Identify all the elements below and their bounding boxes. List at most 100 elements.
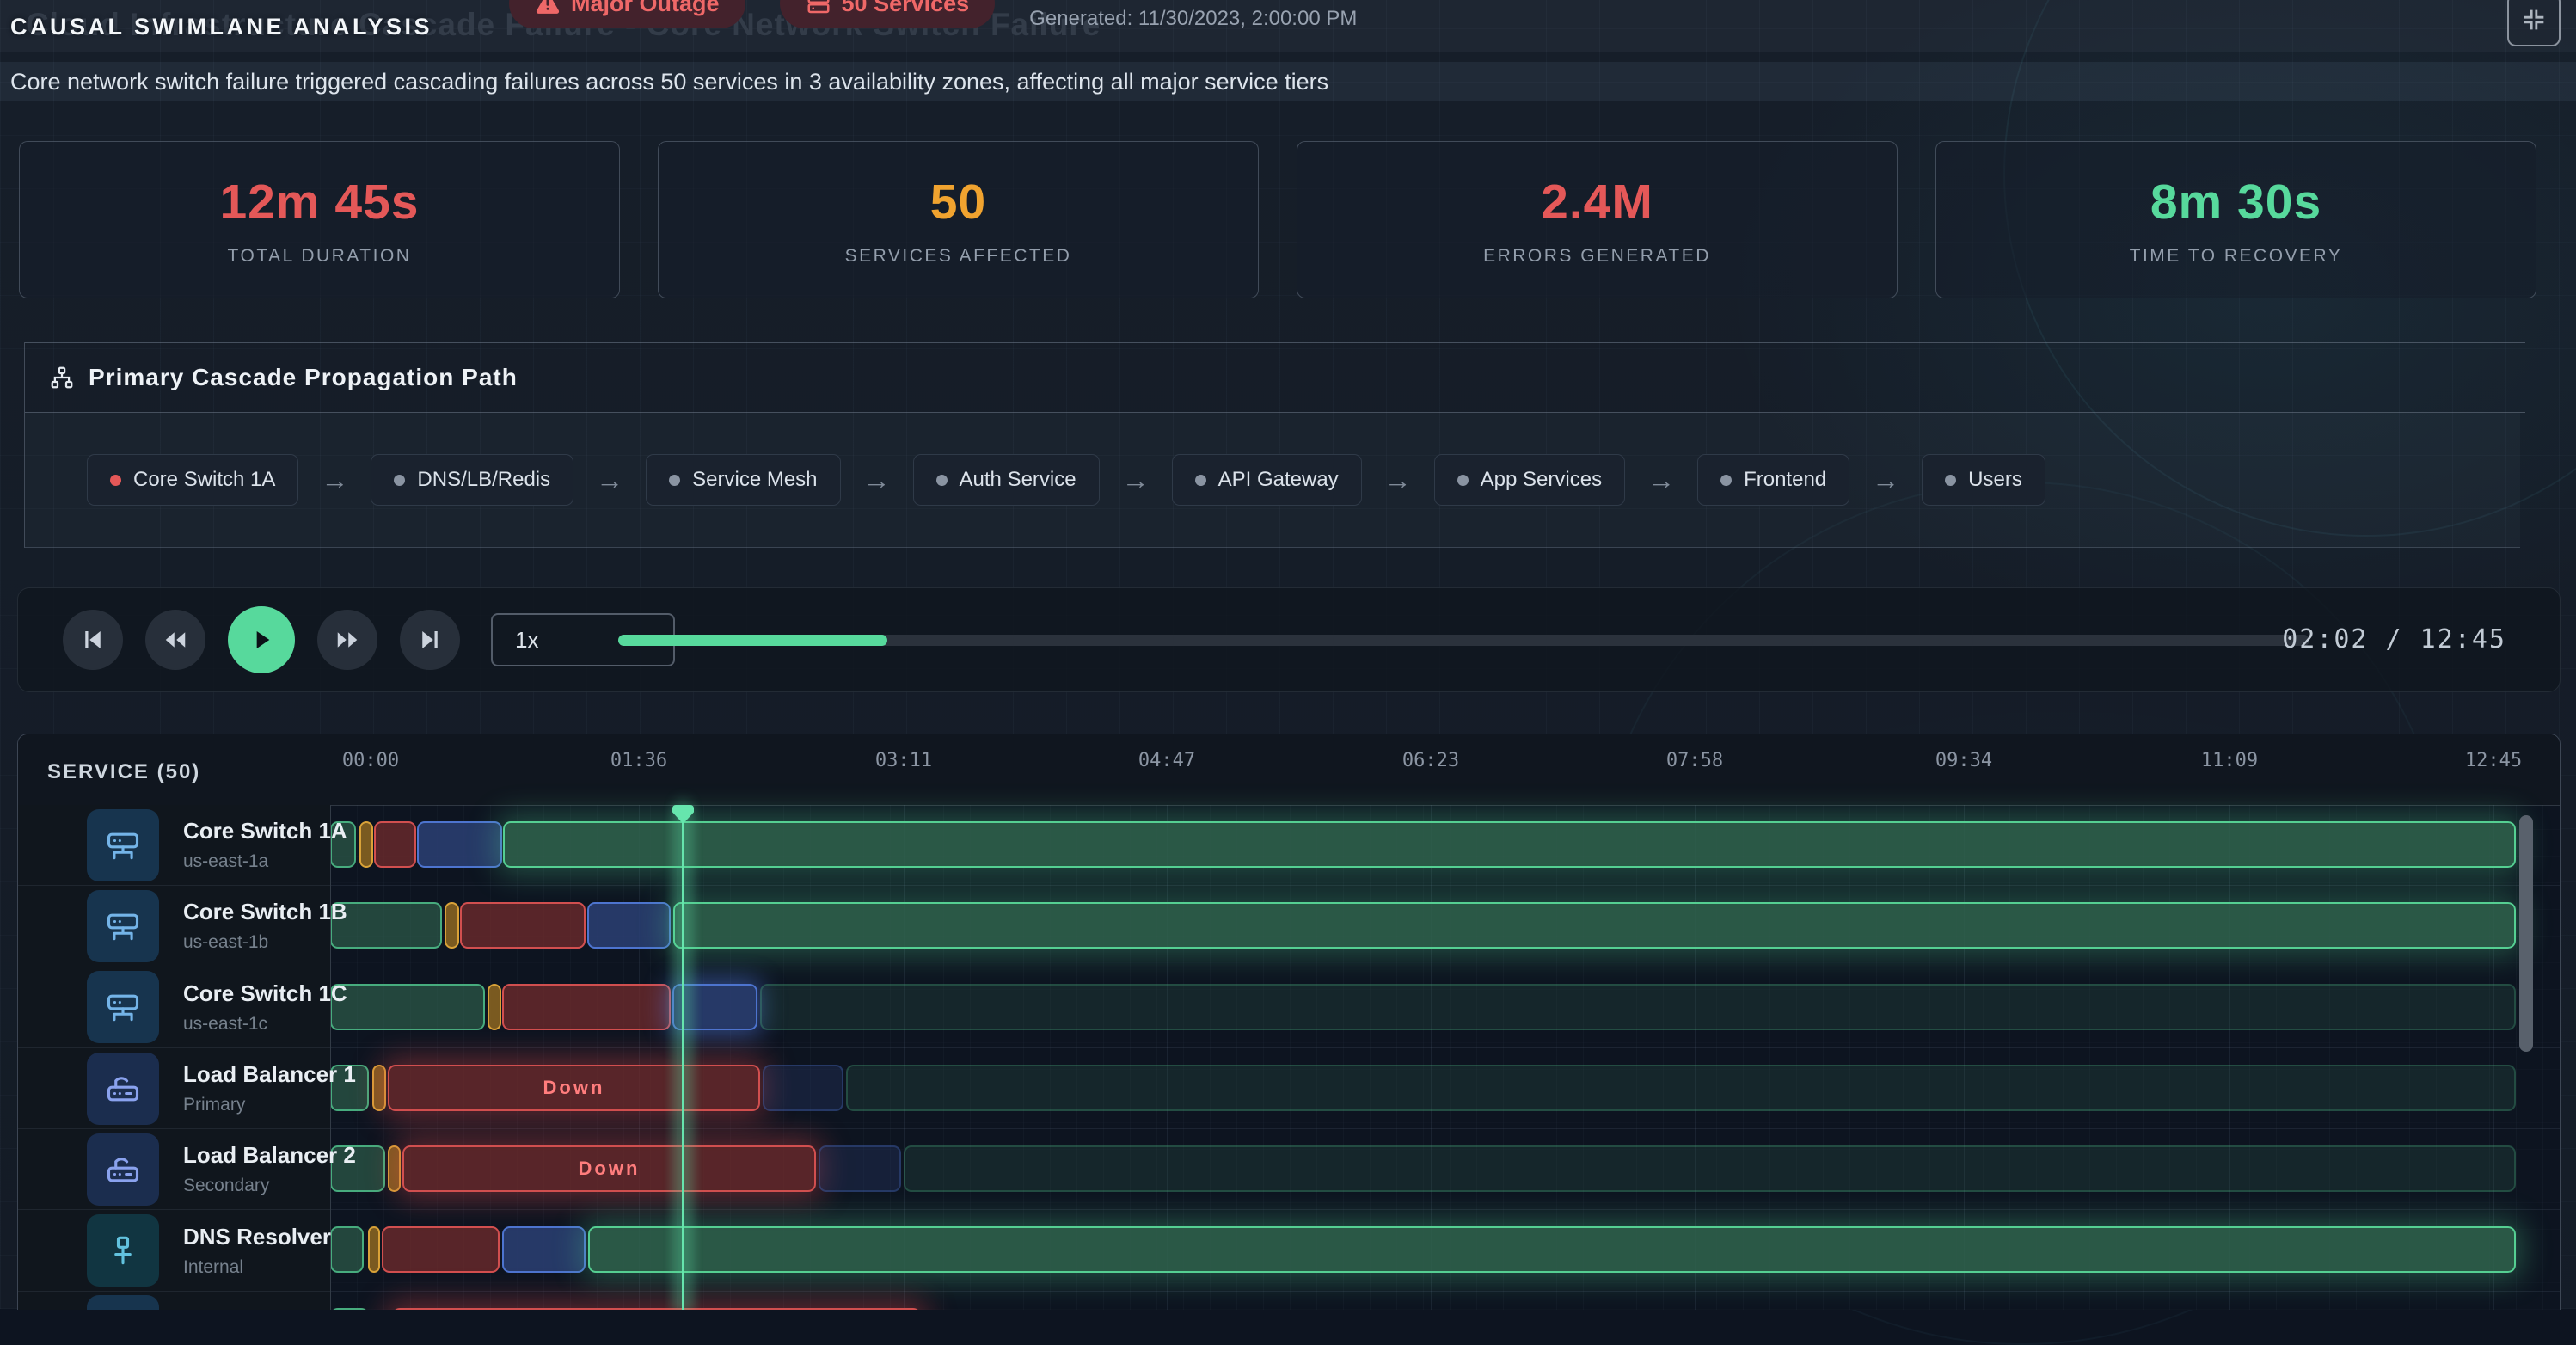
cascade-node-auth-service[interactable]: Auth Service bbox=[913, 454, 1100, 506]
skip-end-icon bbox=[417, 627, 443, 653]
status-dot bbox=[1945, 475, 1956, 486]
segment-recovered[interactable] bbox=[588, 1226, 2516, 1273]
cascade-node-label: Service Mesh bbox=[692, 468, 817, 492]
play-button[interactable] bbox=[228, 606, 295, 673]
incident-summary: Core network switch failure triggered ca… bbox=[10, 69, 1328, 95]
segment-degraded[interactable] bbox=[488, 984, 501, 1030]
subtitle-band: Core network switch failure triggered ca… bbox=[0, 62, 2576, 101]
segment-degraded[interactable] bbox=[368, 1226, 380, 1273]
service-label-dns-resolver[interactable]: DNS ResolverInternal bbox=[18, 1210, 330, 1291]
swimlane-core-switch-1a[interactable] bbox=[330, 805, 2560, 886]
rewind-button[interactable] bbox=[145, 610, 205, 670]
skip-end-button[interactable] bbox=[400, 610, 460, 670]
vertical-scrollbar[interactable] bbox=[2519, 815, 2533, 1052]
service-zone: Internal bbox=[183, 1257, 331, 1278]
switch-icon bbox=[87, 809, 159, 881]
playhead[interactable] bbox=[682, 805, 684, 1310]
service-zone: us-east-1c bbox=[183, 1014, 347, 1035]
segment-recovered[interactable] bbox=[503, 821, 2516, 868]
switch-icon bbox=[87, 890, 159, 962]
segment-recovering[interactable] bbox=[417, 821, 502, 868]
service-label-partial[interactable] bbox=[18, 1292, 330, 1310]
cascade-node-label: API Gateway bbox=[1218, 468, 1339, 492]
playback-progress-bar[interactable] bbox=[618, 635, 2309, 646]
segment-label: Down bbox=[543, 1077, 605, 1099]
cascade-node-service-mesh[interactable]: Service Mesh bbox=[646, 454, 840, 506]
cascade-node-frontend[interactable]: Frontend bbox=[1697, 454, 1849, 506]
segment-recovered-ghost[interactable] bbox=[760, 984, 2516, 1030]
status-dot bbox=[1720, 475, 1732, 486]
playback-progress-fill bbox=[618, 635, 887, 646]
service-label-core-switch-1b[interactable]: Core Switch 1Bus-east-1b bbox=[18, 886, 330, 967]
segment-recovering[interactable] bbox=[502, 1226, 586, 1273]
swimlane-partial[interactable]: Down bbox=[330, 1292, 2560, 1310]
status-dot bbox=[1457, 475, 1469, 486]
cascade-section: Primary Cascade Propagation Path Core Sw… bbox=[24, 342, 2553, 548]
cascade-node-label: Frontend bbox=[1744, 468, 1826, 492]
segment-down-label[interactable]: Down bbox=[402, 1145, 816, 1192]
node-icon bbox=[87, 1214, 159, 1287]
status-dot bbox=[669, 475, 680, 486]
swimlane-core-switch-1c[interactable] bbox=[330, 967, 2560, 1048]
segment-degraded[interactable] bbox=[388, 1145, 401, 1192]
swimlane-load-balancer-1[interactable]: Down bbox=[330, 1048, 2560, 1129]
time-tick: 11:09 bbox=[2178, 750, 2281, 771]
causal-swimlane-dashboard: Cloud Infrastructure Cascade Failure - C… bbox=[0, 0, 2576, 1309]
stat-value: 2.4M bbox=[1541, 174, 1653, 230]
swimlane-dns-resolver[interactable] bbox=[330, 1210, 2560, 1291]
segment-recovering-ghost[interactable] bbox=[819, 1145, 901, 1192]
skip-start-button[interactable] bbox=[63, 610, 123, 670]
segment-down-label[interactable]: Down bbox=[388, 1065, 760, 1111]
segment-degraded[interactable] bbox=[445, 902, 459, 949]
segment-degraded[interactable] bbox=[359, 821, 373, 868]
time-tick: 04:47 bbox=[1115, 750, 1218, 771]
swimlane-load-balancer-2[interactable]: Down bbox=[330, 1129, 2560, 1210]
segment-down[interactable] bbox=[382, 1226, 500, 1273]
swimlane-core-switch-1b[interactable] bbox=[330, 886, 2560, 967]
segment-recovering-ghost[interactable] bbox=[763, 1065, 843, 1111]
app-title: CAUSAL SWIMLANE ANALYSIS bbox=[10, 14, 432, 40]
play-icon bbox=[248, 626, 275, 654]
segment-down[interactable] bbox=[374, 821, 416, 868]
segment-down[interactable] bbox=[460, 902, 586, 949]
segment-recovered-ghost[interactable] bbox=[904, 1145, 2516, 1192]
cascade-node-label: DNS/LB/Redis bbox=[417, 468, 550, 492]
segment-recovered-ghost[interactable] bbox=[846, 1065, 2516, 1111]
service-column-header: SERVICE (50) bbox=[47, 760, 200, 784]
time-tick: 06:23 bbox=[1379, 750, 1482, 771]
timeline-panel: SERVICE (50) 00:0001:3603:1104:4706:2307… bbox=[17, 734, 2561, 1310]
fast-forward-button[interactable] bbox=[317, 610, 377, 670]
fast-forward-icon bbox=[334, 627, 360, 653]
cascade-node-api-gateway[interactable]: API Gateway bbox=[1172, 454, 1362, 506]
service-label-core-switch-1c[interactable]: Core Switch 1Cus-east-1c bbox=[18, 967, 330, 1048]
arrow-right-icon: → bbox=[596, 464, 623, 496]
service-label-load-balancer-1[interactable]: Load Balancer 1Primary bbox=[18, 1048, 330, 1129]
timeline-header: SERVICE (50) 00:0001:3603:1104:4706:2307… bbox=[18, 734, 2560, 806]
segment-label: Down bbox=[579, 1158, 641, 1180]
stat-card: 2.4M ERRORS GENERATED bbox=[1297, 141, 1898, 298]
exit-fullscreen-icon bbox=[2519, 5, 2548, 34]
cascade-node-app-services[interactable]: App Services bbox=[1434, 454, 1625, 506]
status-dot bbox=[394, 475, 405, 486]
status-dot bbox=[936, 475, 948, 486]
segment-recovering[interactable] bbox=[587, 902, 671, 949]
segment-degraded[interactable] bbox=[372, 1065, 386, 1111]
service-name: Load Balancer 2 bbox=[183, 1142, 356, 1169]
cascade-node-label: Core Switch 1A bbox=[133, 468, 275, 492]
service-label-load-balancer-2[interactable]: Load Balancer 2Secondary bbox=[18, 1129, 330, 1210]
service-label-core-switch-1a[interactable]: Core Switch 1Aus-east-1a bbox=[18, 805, 330, 886]
service-label-column: Core Switch 1Aus-east-1aCore Switch 1Bus… bbox=[18, 805, 331, 1310]
segment-recovered[interactable] bbox=[673, 902, 2516, 949]
cascade-node-core-switch-1a[interactable]: Core Switch 1A bbox=[87, 454, 298, 506]
segment-down[interactable] bbox=[502, 984, 671, 1030]
cascade-node-users[interactable]: Users bbox=[1922, 454, 2045, 506]
segment-healthy[interactable] bbox=[330, 1226, 364, 1273]
cascade-header: Primary Cascade Propagation Path bbox=[25, 342, 2525, 413]
service-name: Core Switch 1A bbox=[183, 818, 347, 844]
segment-healthy[interactable] bbox=[330, 984, 485, 1030]
status-dot bbox=[1195, 475, 1206, 486]
cascade-node-dns-lb-redis[interactable]: DNS/LB/Redis bbox=[371, 454, 573, 506]
speed-value: 1x bbox=[515, 627, 538, 654]
service-zone: us-east-1a bbox=[183, 851, 347, 872]
exit-fullscreen-button[interactable] bbox=[2507, 0, 2561, 46]
